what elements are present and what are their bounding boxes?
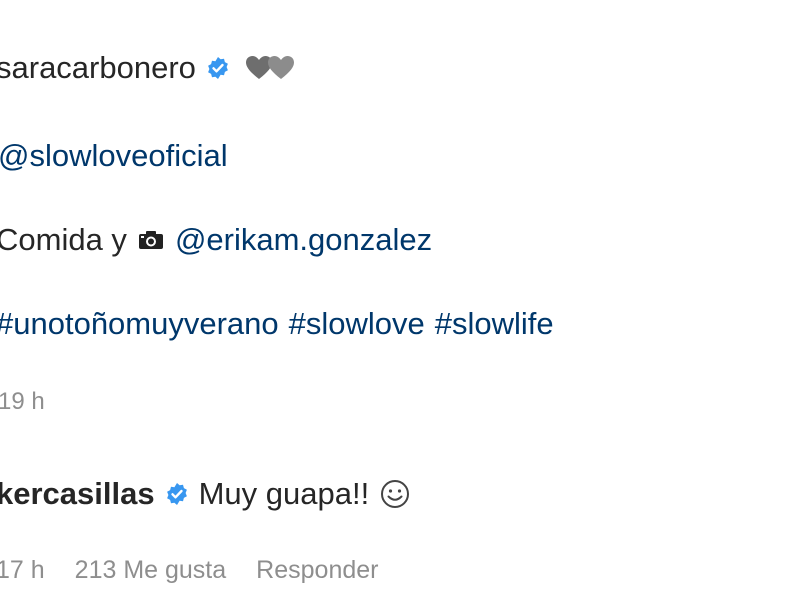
hashtag-link[interactable]: #unotoñomuyverano [0, 306, 279, 342]
hashtag-link[interactable]: #slowlove [289, 306, 425, 342]
caption-mention-line: @slowloveoficial [0, 138, 228, 174]
photo-credit-link[interactable]: @erikam.gonzalez [175, 222, 432, 258]
mention-link[interactable]: @slowloveoficial [0, 138, 228, 173]
comment-text: Muy guapa!! [198, 476, 370, 511]
comment-likes-count[interactable]: 213 Me gusta [75, 556, 227, 585]
hashtag-link[interactable]: #slowlife [435, 306, 554, 342]
grey-hearts-icon [244, 53, 296, 83]
comment-meta: 17 h 213 Me gusta Responder [0, 556, 378, 585]
photo-credit-prefix: Comida y [0, 222, 127, 257]
reply-button[interactable]: Responder [256, 556, 378, 585]
caption-header: saracarbonero [0, 50, 296, 86]
post-timestamp[interactable]: 19 h [0, 388, 45, 416]
smiley-icon [379, 478, 411, 510]
comment-timestamp[interactable]: 17 h [0, 556, 45, 585]
post-author-username[interactable]: saracarbonero [0, 50, 196, 86]
camera-icon [137, 229, 165, 251]
verified-badge-icon [206, 56, 230, 80]
comment: kercasillas Muy guapa!! [0, 476, 411, 512]
comment-author-username[interactable]: kercasillas [0, 476, 155, 512]
caption-hashtags: #unotoñomuyverano #slowlove #slowlife [0, 306, 554, 342]
caption-photo-credit-line: Comida y @erikam.gonzalez [0, 222, 432, 258]
verified-badge-icon [165, 482, 189, 506]
